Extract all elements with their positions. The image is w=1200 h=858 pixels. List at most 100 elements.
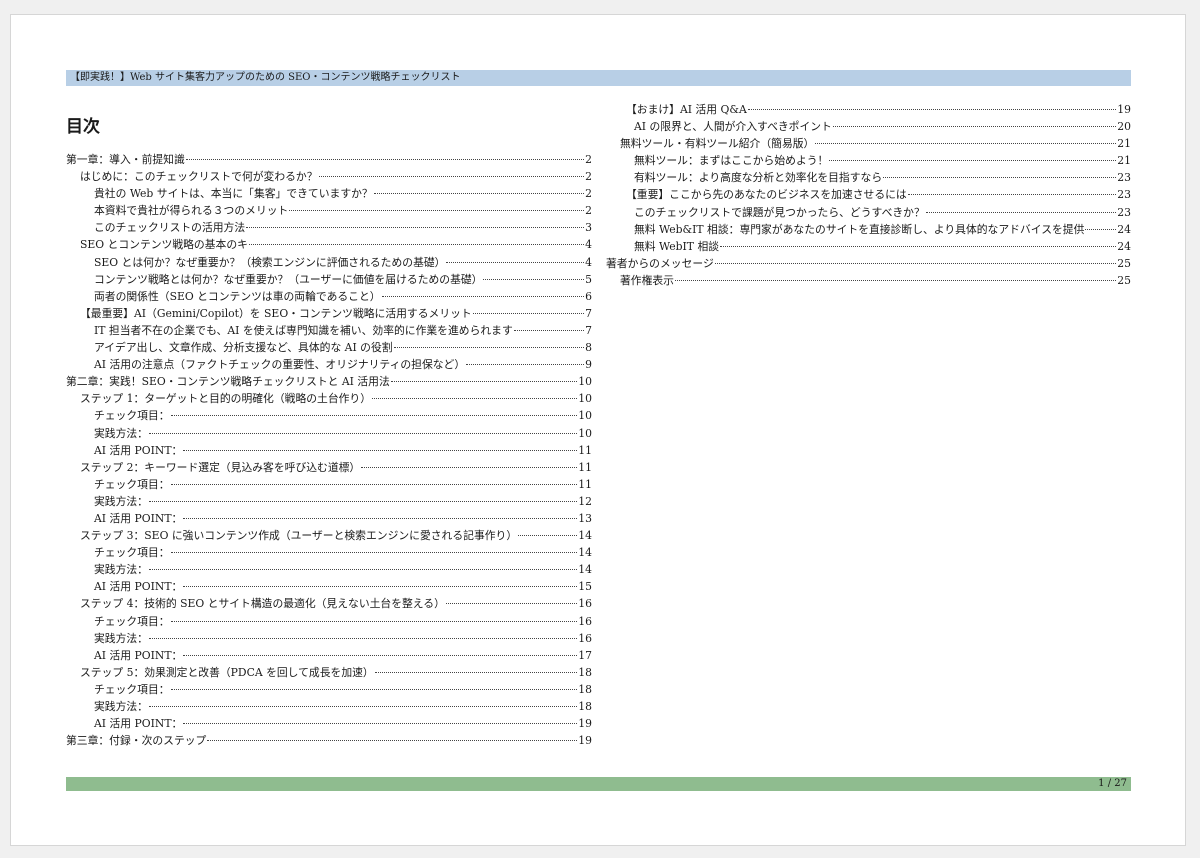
toc-entry[interactable]: 著者からのメッセージ 25: [606, 255, 1131, 272]
toc-entry[interactable]: ステップ 4：技術的 SEO とサイト構造の最適化（見えない土台を整える） 16: [66, 595, 592, 612]
toc-entry-page-number: 15: [578, 580, 592, 594]
toc-entry-text: ステップ 2：キーワード選定（見込み客を呼び込む道標）: [80, 460, 361, 474]
toc-entry-page-number: 6: [585, 289, 592, 303]
toc-entry-text: AI 活用 POINT：: [94, 717, 183, 731]
toc-entry[interactable]: アイデア出し、文章作成、分析支援など、具体的な AI の役割 8: [66, 339, 592, 356]
toc-entry[interactable]: IT 担当者不在の企業でも、AI を使えば専門知識を補い、効率的に作業を進められ…: [66, 322, 592, 339]
toc-entry[interactable]: AI 活用 POINT： 17: [66, 647, 592, 664]
toc-entry[interactable]: 実践方法： 18: [66, 698, 592, 715]
toc-entry[interactable]: ステップ 1：ターゲットと目的の明確化（戦略の土台作り） 10: [66, 390, 592, 407]
toc-entry[interactable]: 本資料で貴社が得られる３つのメリット 2: [66, 202, 592, 219]
toc-entry[interactable]: チェック項目： 14: [66, 544, 592, 561]
dot-leader: [170, 620, 578, 622]
toc-entry-page-number: 4: [585, 238, 592, 252]
toc-entry[interactable]: ステップ 2：キーワード選定（見込み客を呼び込む道標） 11: [66, 459, 592, 476]
toc-entry-text: ステップ 5：効果測定と改善（PDCA を回して成長を加速）: [80, 665, 374, 679]
dot-leader: [829, 160, 1117, 162]
toc-entry[interactable]: 有料ツール：より高度な分析と効率化を目指すなら 23: [606, 169, 1131, 186]
toc-entry-page-number: 4: [585, 255, 592, 269]
toc-left-column: 第一章：導入・前提知識 2 はじめに：このチェックリストで何が変わるか？ 2 貴社の W…: [66, 151, 592, 749]
toc-entry[interactable]: SEO とコンテンツ戦略の基本のキ 4: [66, 236, 592, 253]
toc-entry-text: 無料ツール・有料ツール紹介（簡易版）: [620, 137, 815, 151]
dot-leader: [246, 227, 585, 229]
toc-entry-text: チェック項目：: [94, 546, 170, 560]
toc-entry[interactable]: 貴社の Web サイトは、本当に「集客」できていますか？ 2: [66, 185, 592, 202]
footer-bar: 1 / 27: [66, 777, 1131, 791]
toc-entry-text: AI の限界と、人間が介入すべきポイント: [634, 120, 832, 134]
toc-entry-page-number: 11: [578, 477, 592, 491]
toc-entry[interactable]: 両者の関係性（SEO とコンテンツは車の両輪であること） 6: [66, 288, 592, 305]
dot-leader: [207, 740, 578, 742]
toc-entry[interactable]: このチェックリストの活用方法 3: [66, 219, 592, 236]
toc-entry[interactable]: チェック項目： 11: [66, 476, 592, 493]
toc-entry-text: 実践方法：: [94, 700, 148, 713]
page-indicator: 1 / 27: [1098, 778, 1127, 789]
toc-entry[interactable]: AI 活用 POINT： 11: [66, 442, 592, 459]
toc-entry[interactable]: 著作権表示 25: [606, 272, 1131, 289]
dot-leader: [170, 552, 578, 554]
dot-leader: [185, 159, 585, 160]
dot-leader: [148, 500, 578, 502]
toc-entry[interactable]: 第一章：導入・前提知識 2: [66, 151, 592, 168]
toc-entry[interactable]: AI 活用 POINT： 15: [66, 578, 592, 595]
toc-entry-page-number: 12: [578, 494, 592, 508]
toc-entry-text: SEO とは何か？なぜ重要か？（検索エンジンに評価されるための基礎）: [94, 255, 446, 269]
dot-leader: [373, 193, 585, 195]
dot-leader: [183, 654, 578, 656]
toc-entry-page-number: 11: [578, 460, 592, 474]
toc-entry-page-number: 23: [1117, 205, 1131, 219]
toc-entry[interactable]: 無料 WebIT 相談 24: [606, 238, 1131, 255]
toc-entry-page-number: 2: [585, 187, 592, 201]
toc-entry[interactable]: 実践方法： 14: [66, 561, 592, 578]
toc-entry[interactable]: 第二章：実践！SEO・コンテンツ戦略チェックリストと AI 活用法 10: [66, 373, 592, 390]
toc-entry[interactable]: 無料 Web&IT 相談：専門家があなたのサイトを直接診断し、より具体的なアドバ…: [606, 221, 1131, 238]
toc-entry[interactable]: チェック項目： 18: [66, 681, 592, 698]
toc-entry-text: ステップ 3：SEO に強いコンテンツ作成（ユーザーと検索エンジンに愛される記事…: [80, 529, 518, 543]
toc-entry-page-number: 10: [578, 426, 592, 440]
toc-entry-text: ステップ 4：技術的 SEO とサイト構造の最適化（見えない土台を整える）: [80, 597, 445, 611]
header-title: 【即実践！】Web サイト集客力アップのための SEO・コンテンツ戦略チェックリ…: [70, 72, 461, 83]
dot-leader: [513, 329, 585, 331]
toc-entry-page-number: 9: [585, 358, 592, 372]
toc-entry-page-number: 18: [578, 665, 592, 679]
toc-entry[interactable]: ステップ 5：効果測定と改善（PDCA を回して成長を加速） 18: [66, 664, 592, 681]
toc-entry[interactable]: SEO とは何か？なぜ重要か？（検索エンジンに評価されるための基礎） 4: [66, 254, 592, 271]
toc-entry-text: このチェックリストの活用方法: [94, 221, 246, 235]
toc-entry[interactable]: AI 活用 POINT： 13: [66, 510, 592, 527]
toc-entry-text: AI 活用 POINT：: [94, 648, 183, 662]
toc-entry-page-number: 20: [1117, 120, 1131, 134]
toc-entry-text: 実践方法：: [94, 494, 148, 508]
toc-entry[interactable]: コンテンツ戦略とは何か？なぜ重要か？（ユーザーに価値を届けるための基礎） 5: [66, 271, 592, 288]
toc-entry-text: チェック項目：: [94, 477, 170, 491]
toc-entry[interactable]: 【重要】ここから先のあなたのビジネスを加速させるには 23: [606, 186, 1131, 203]
toc-entry-text: 無料 WebIT 相談: [634, 239, 720, 253]
toc-entry-text: アイデア出し、文章作成、分析支援など、具体的な AI の役割: [94, 341, 393, 355]
toc-entry[interactable]: 第三章：付録・次のステップ 19: [66, 732, 592, 749]
dot-leader: [361, 466, 578, 468]
toc-entry-page-number: 10: [578, 375, 592, 389]
toc-entry[interactable]: 実践方法： 10: [66, 425, 592, 442]
toc-entry-page-number: 23: [1117, 188, 1131, 202]
toc-entry[interactable]: 【おまけ】AI 活用 Q&A 19: [606, 101, 1131, 118]
toc-entry-text: 無料ツール：まずはここから始めよう！: [634, 154, 829, 168]
toc-entry[interactable]: AI 活用 POINT： 19: [66, 715, 592, 732]
toc-entry[interactable]: はじめに：このチェックリストで何が変わるか？ 2: [66, 168, 592, 185]
toc-entry[interactable]: AI 活用の注意点（ファクトチェックの重要性、オリジナリティの担保など） 9: [66, 356, 592, 373]
toc-entry-text: チェック項目：: [94, 682, 170, 696]
toc-entry[interactable]: チェック項目： 10: [66, 407, 592, 424]
toc-entry[interactable]: 【最重要】AI（Gemini/Copilot）を SEO・コンテンツ戦略に活用す…: [66, 305, 592, 322]
toc-entry-text: 貴社の Web サイトは、本当に「集客」できていますか？: [94, 187, 373, 201]
toc-entry-page-number: 25: [1117, 256, 1131, 270]
toc-entry-text: 第三章：付録・次のステップ: [66, 734, 207, 748]
toc-entry[interactable]: AI の限界と、人間が介入すべきポイント 20: [606, 118, 1131, 135]
toc-entry[interactable]: このチェックリストで課題が見つかったら、どうすべきか？ 23: [606, 204, 1131, 221]
toc-entry-text: 両者の関係性（SEO とコンテンツは車の両輪であること）: [94, 289, 381, 303]
toc-entry[interactable]: 実践方法： 16: [66, 630, 592, 647]
toc-entry[interactable]: 無料ツール・有料ツール紹介（簡易版） 21: [606, 135, 1131, 152]
toc-entry[interactable]: 無料ツール：まずはここから始めよう！ 21: [606, 152, 1131, 169]
toc-entry[interactable]: チェック項目： 16: [66, 613, 592, 630]
toc-entry-text: IT 担当者不在の企業でも、AI を使えば専門知識を補い、効率的に作業を進められ…: [94, 323, 513, 337]
toc-entry-text: AI 活用の注意点（ファクトチェックの重要性、オリジナリティの担保など）: [94, 358, 466, 372]
toc-entry[interactable]: 実践方法： 12: [66, 493, 592, 510]
toc-entry[interactable]: ステップ 3：SEO に強いコンテンツ作成（ユーザーと検索エンジンに愛される記事…: [66, 527, 592, 544]
